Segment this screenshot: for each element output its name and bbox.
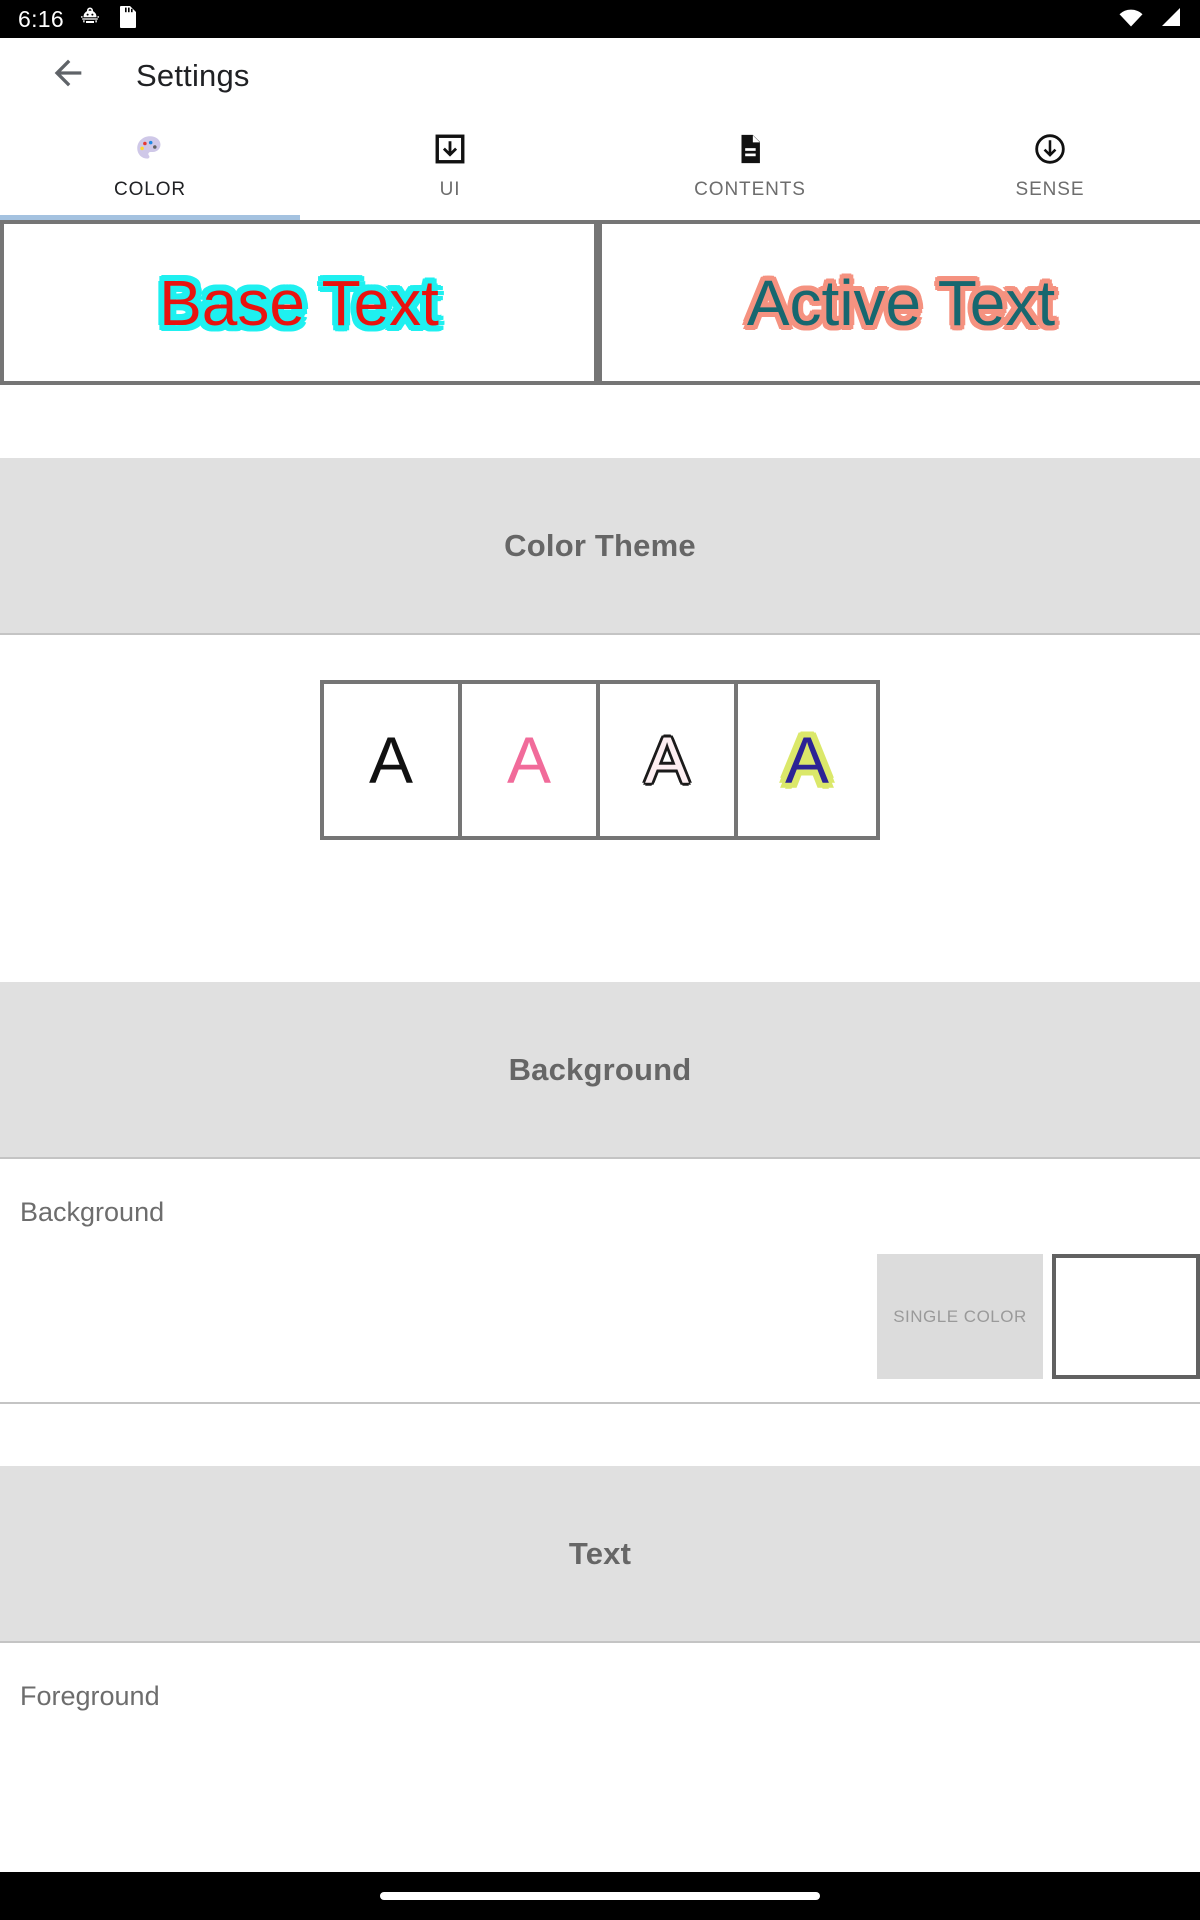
tab-selection-indicator bbox=[0, 215, 300, 220]
spacer-above-color-theme bbox=[0, 385, 1200, 458]
tab-sense[interactable]: SENSE bbox=[900, 113, 1200, 220]
section-title-text: Text bbox=[568, 1535, 632, 1571]
sd-card-icon bbox=[116, 5, 138, 34]
active-text-preview[interactable]: Active Text bbox=[602, 224, 1200, 381]
background-row-label: Background bbox=[20, 1197, 165, 1227]
tab-ui[interactable]: UI bbox=[300, 113, 600, 220]
single-color-mode-chip[interactable]: SINGLE COLOR bbox=[877, 1254, 1043, 1379]
theme-swatch-pink[interactable]: A bbox=[462, 684, 600, 836]
system-navigation-bar bbox=[0, 1872, 1200, 1920]
page-title: Settings bbox=[136, 57, 250, 93]
section-header-color-theme: Color Theme bbox=[0, 458, 1200, 635]
foreground-row-label: Foreground bbox=[20, 1681, 160, 1711]
download-box-icon bbox=[433, 132, 467, 166]
section-header-background: Background bbox=[0, 982, 1200, 1159]
palette-icon bbox=[133, 132, 167, 166]
background-color-preview[interactable] bbox=[1052, 1254, 1200, 1379]
background-row-controls: SINGLE COLOR bbox=[877, 1254, 1200, 1379]
theme-swatch-mono[interactable]: A bbox=[324, 684, 462, 836]
color-theme-group: A A A A bbox=[320, 680, 880, 840]
back-button[interactable] bbox=[42, 50, 94, 102]
status-bar-left: 6:16 bbox=[18, 5, 138, 34]
document-icon bbox=[733, 132, 767, 166]
theme-swatch-outline[interactable]: A bbox=[600, 684, 738, 836]
android-gear-icon bbox=[78, 5, 102, 34]
text-preview-row: Base Text Active Text bbox=[0, 220, 1200, 385]
back-arrow-icon bbox=[48, 53, 88, 98]
tab-label-contents: CONTENTS bbox=[694, 179, 806, 200]
status-bar-right bbox=[1118, 6, 1182, 33]
section-title-background: Background bbox=[508, 1051, 692, 1087]
app-bar: Settings bbox=[0, 38, 1200, 113]
color-theme-swatch-row: A A A A bbox=[0, 635, 1200, 885]
status-bar: 6:16 bbox=[0, 0, 1200, 38]
tab-bar: COLOR UI CONTENTS SENSE bbox=[0, 113, 1200, 220]
status-time: 6:16 bbox=[18, 5, 64, 32]
wifi-icon bbox=[1118, 6, 1144, 33]
spacer-above-background bbox=[0, 885, 1200, 982]
section-title-color-theme: Color Theme bbox=[504, 527, 696, 563]
tab-label-sense: SENSE bbox=[1015, 179, 1085, 200]
foreground-setting-row[interactable]: Foreground bbox=[0, 1643, 1200, 1712]
tab-color[interactable]: COLOR bbox=[0, 113, 300, 220]
home-gesture-pill[interactable] bbox=[380, 1892, 820, 1900]
circle-down-arrow-icon bbox=[1033, 132, 1067, 166]
theme-swatch-lime[interactable]: A bbox=[738, 684, 876, 836]
base-text-preview[interactable]: Base Text bbox=[0, 224, 602, 381]
spacer-above-text bbox=[0, 1404, 1200, 1466]
cell-signal-icon bbox=[1158, 6, 1182, 33]
section-header-text: Text bbox=[0, 1466, 1200, 1643]
base-text-sample: Base Text bbox=[159, 266, 439, 339]
tab-label-ui: UI bbox=[439, 179, 461, 200]
background-setting-row[interactable]: Background SINGLE COLOR bbox=[0, 1159, 1200, 1404]
active-text-sample: Active Text bbox=[746, 266, 1056, 339]
tab-label-color: COLOR bbox=[113, 179, 187, 200]
tab-contents[interactable]: CONTENTS bbox=[600, 113, 900, 220]
